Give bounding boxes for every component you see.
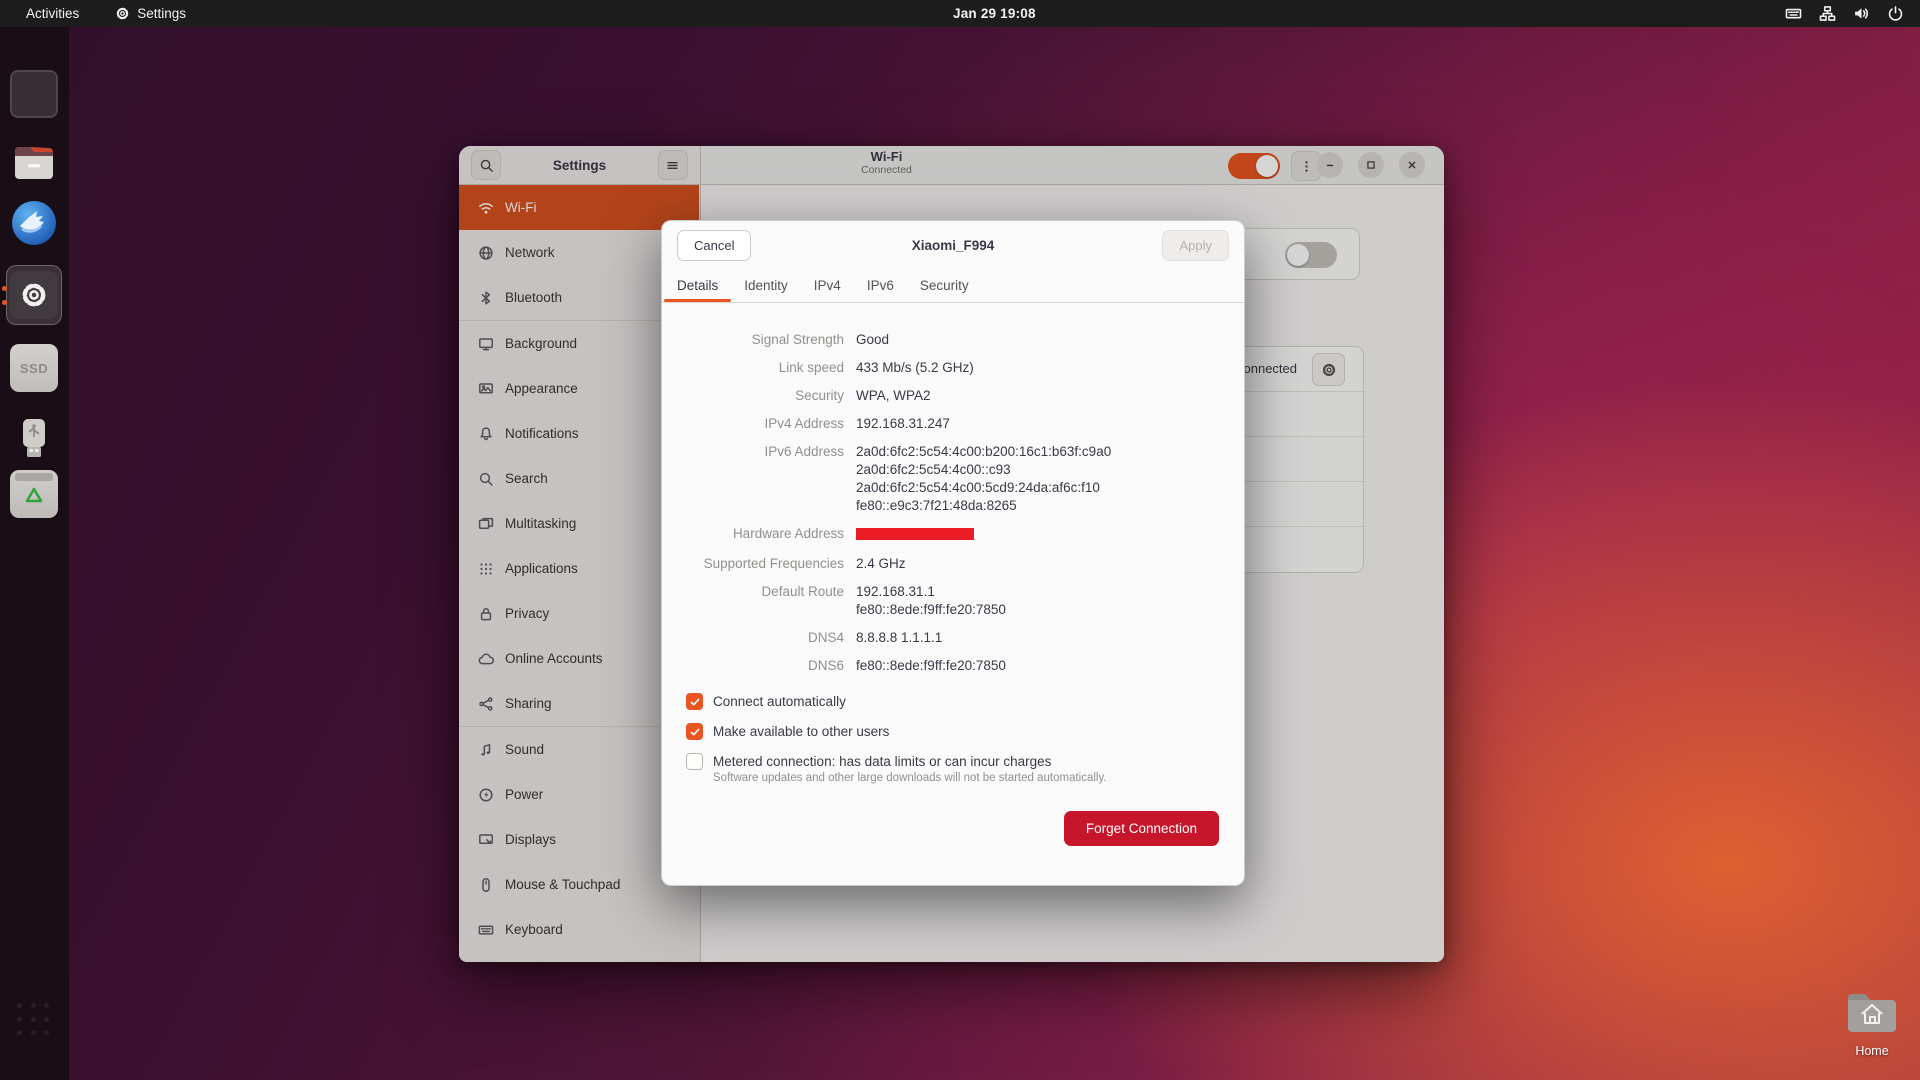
tab-ipv4[interactable]: IPv4 xyxy=(801,269,854,302)
checkbox-label: Make available to other users xyxy=(713,722,889,741)
cancel-button[interactable]: Cancel xyxy=(677,230,751,261)
power-icon xyxy=(1887,5,1904,22)
detail-value: 2.4 GHz xyxy=(856,555,906,573)
detail-label: IPv4 Address xyxy=(686,415,844,433)
dock-item-settings[interactable] xyxy=(10,271,58,319)
network-wired-icon xyxy=(1819,5,1836,22)
detail-row: Security WPA, WPA2 xyxy=(686,387,1220,405)
desktop: Activities Settings Jan 29 19:08 SSD Hom… xyxy=(0,0,1920,1080)
detail-value: fe80::8ede:f9ff:fe20:7850 xyxy=(856,657,1006,675)
checkbox-label: Metered connection: has data limits or c… xyxy=(713,752,1107,771)
checkbox-subtitle: Software updates and other large downloa… xyxy=(713,771,1107,785)
detail-value xyxy=(856,525,974,545)
dock-item-ssd[interactable]: SSD xyxy=(10,344,58,392)
detail-row: Hardware Address xyxy=(686,525,1220,545)
activities-label: Activities xyxy=(26,6,79,21)
volume-icon xyxy=(1853,5,1870,22)
dialog-actions: Forget Connection xyxy=(686,811,1220,846)
home-folder-shortcut[interactable]: Home xyxy=(1839,990,1905,1058)
gear-icon xyxy=(115,6,130,21)
detail-label: Default Route xyxy=(686,583,844,619)
detail-value: 2a0d:6fc2:5c54:4c00:b200:16c1:b63f:c9a02… xyxy=(856,443,1111,515)
dialog-body: Signal Strength Good Link speed 433 Mb/s (5… xyxy=(662,303,1244,846)
details-section: Signal Strength Good Link speed 433 Mb/s (5… xyxy=(686,331,1220,675)
redacted-hardware-address xyxy=(856,528,974,540)
detail-row: IPv4 Address 192.168.31.247 xyxy=(686,415,1220,433)
detail-label: IPv6 Address xyxy=(686,443,844,515)
app-menu-button[interactable]: Settings xyxy=(115,0,186,27)
detail-row: IPv6 Address2a0d:6fc2:5c54:4c00:b200:16c… xyxy=(686,443,1220,515)
detail-label: Link speed xyxy=(686,359,844,377)
tab-identity[interactable]: Identity xyxy=(731,269,801,302)
clock[interactable]: Jan 29 19:08 xyxy=(953,0,1036,27)
checkbox-checked[interactable] xyxy=(686,693,703,710)
detail-label: DNS6 xyxy=(686,657,844,675)
detail-row: DNS6 fe80::8ede:f9ff:fe20:7850 xyxy=(686,657,1220,675)
dialog-tabs: DetailsIdentityIPv4IPv6Security xyxy=(662,269,1244,303)
dock-item-files[interactable] xyxy=(10,139,58,187)
detail-value: Good xyxy=(856,331,889,349)
trash-icon xyxy=(10,470,58,518)
detail-row: DNS4 8.8.8.8 1.1.1.1 xyxy=(686,629,1220,647)
home-folder-icon xyxy=(1844,990,1900,1036)
keyboard-icon xyxy=(1785,5,1802,22)
dock-item-usb[interactable] xyxy=(10,415,58,463)
apply-button[interactable]: Apply xyxy=(1162,230,1229,261)
activities-button[interactable]: Activities xyxy=(26,0,79,27)
checkbox-row[interactable]: Make available to other users xyxy=(686,722,1220,741)
dock-item-trash[interactable] xyxy=(10,470,58,518)
checkbox-label: Connect automatically xyxy=(713,692,846,711)
usb-drive-icon xyxy=(10,415,58,463)
forget-connection-button[interactable]: Forget Connection xyxy=(1064,811,1219,846)
detail-value: 433 Mb/s (5.2 GHz) xyxy=(856,359,974,377)
dialog-header: Xiaomi_F994 Cancel Apply xyxy=(662,221,1244,269)
checkbox-row[interactable]: Connect automatically xyxy=(686,692,1220,711)
detail-row: Default Route 192.168.31.1fe80::8ede:f9ff… xyxy=(686,583,1220,619)
detail-value: 8.8.8.8 1.1.1.1 xyxy=(856,629,942,647)
checkbox-unchecked[interactable] xyxy=(686,753,703,770)
files-app-icon xyxy=(10,139,58,187)
app-menu-label: Settings xyxy=(137,6,186,21)
dock-item-thunderbird[interactable] xyxy=(10,199,58,247)
detail-value: WPA, WPA2 xyxy=(856,387,931,405)
detail-value: 192.168.31.1fe80::8ede:f9ff:fe20:7850 xyxy=(856,583,1006,619)
checkbox-row[interactable]: Metered connection: has data limits or c… xyxy=(686,752,1220,785)
ssd-drive-icon: SSD xyxy=(10,344,58,392)
detail-row: Supported Frequencies 2.4 GHz xyxy=(686,555,1220,573)
detail-row: Link speed 433 Mb/s (5.2 GHz) xyxy=(686,359,1220,377)
terminal-app-icon xyxy=(10,70,58,118)
network-details-dialog: Xiaomi_F994 Cancel Apply DetailsIdentity… xyxy=(661,220,1245,886)
checkbox-section: Connect automatically Make available to o… xyxy=(686,692,1220,785)
tab-details[interactable]: Details xyxy=(664,269,731,302)
detail-label: Hardware Address xyxy=(686,525,844,545)
detail-label: Supported Frequencies xyxy=(686,555,844,573)
tab-ipv6[interactable]: IPv6 xyxy=(854,269,907,302)
detail-label: Security xyxy=(686,387,844,405)
dock: SSD xyxy=(0,27,69,1080)
checkbox-checked[interactable] xyxy=(686,723,703,740)
top-bar: Activities Settings Jan 29 19:08 xyxy=(0,0,1920,27)
system-tray[interactable] xyxy=(1785,0,1904,27)
thunderbird-app-icon xyxy=(10,199,58,247)
tab-security[interactable]: Security xyxy=(907,269,982,302)
detail-value: 192.168.31.247 xyxy=(856,415,950,433)
detail-row: Signal Strength Good xyxy=(686,331,1220,349)
detail-label: Signal Strength xyxy=(686,331,844,349)
home-folder-label: Home xyxy=(1839,1044,1905,1058)
detail-label: DNS4 xyxy=(686,629,844,647)
dock-item-terminal[interactable] xyxy=(10,70,58,118)
settings-app-icon xyxy=(10,271,58,319)
